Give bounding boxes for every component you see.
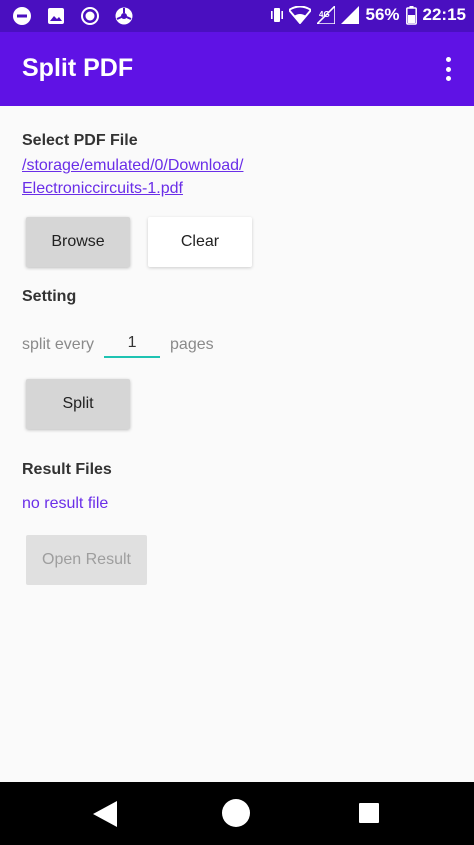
- steering-icon: [114, 6, 134, 26]
- record-icon: [80, 6, 100, 26]
- main-content: Select PDF File /storage/emulated/0/Down…: [0, 106, 474, 782]
- pages-count-input[interactable]: 1: [104, 334, 161, 358]
- svg-text:4G: 4G: [319, 10, 330, 19]
- status-icons-left: [12, 6, 134, 26]
- app-title: Split PDF: [22, 54, 134, 82]
- battery-level: 56%: [365, 5, 400, 24]
- app-bar: Split PDF: [0, 32, 474, 106]
- home-circle-icon[interactable]: [222, 799, 250, 827]
- result-file-text: no result file: [22, 495, 109, 512]
- file-path-line-1[interactable]: /storage/emulated/0/Download/: [22, 154, 243, 177]
- clock: 22:15: [422, 5, 466, 24]
- status-bar: 4G 56% 22:15: [0, 0, 474, 32]
- split-every-label: split every: [22, 336, 95, 353]
- open-result-button[interactable]: Open Result: [26, 535, 147, 585]
- clear-button[interactable]: Clear: [148, 217, 252, 267]
- wifi-icon: [289, 6, 312, 24]
- mobile-signal-icon: 4G: [317, 6, 336, 24]
- selected-file-path[interactable]: /storage/emulated/0/Download/ Electronic…: [22, 154, 243, 200]
- setting-label: Setting: [22, 288, 77, 305]
- image-icon: [46, 6, 66, 26]
- navigation-bar: [0, 782, 474, 845]
- split-button[interactable]: Split: [26, 379, 130, 429]
- status-icons-right: 4G 56% 22:15: [271, 5, 466, 25]
- battery-icon: [405, 5, 417, 25]
- signal-icon: [341, 6, 360, 24]
- vibrate-icon: [271, 6, 284, 24]
- back-triangle-icon[interactable]: [93, 801, 117, 832]
- result-files-label: Result Files: [22, 461, 112, 478]
- file-path-line-2[interactable]: Electroniccircuits-1.pdf: [22, 177, 243, 200]
- more-vert-icon[interactable]: [436, 54, 460, 84]
- minus-circle-icon: [12, 6, 32, 26]
- recents-square-icon[interactable]: [359, 803, 379, 823]
- select-pdf-label: Select PDF File: [22, 132, 138, 149]
- browse-button[interactable]: Browse: [26, 217, 130, 267]
- pages-label: pages: [170, 336, 214, 353]
- split-setting-row: split every 1 pages: [22, 328, 214, 358]
